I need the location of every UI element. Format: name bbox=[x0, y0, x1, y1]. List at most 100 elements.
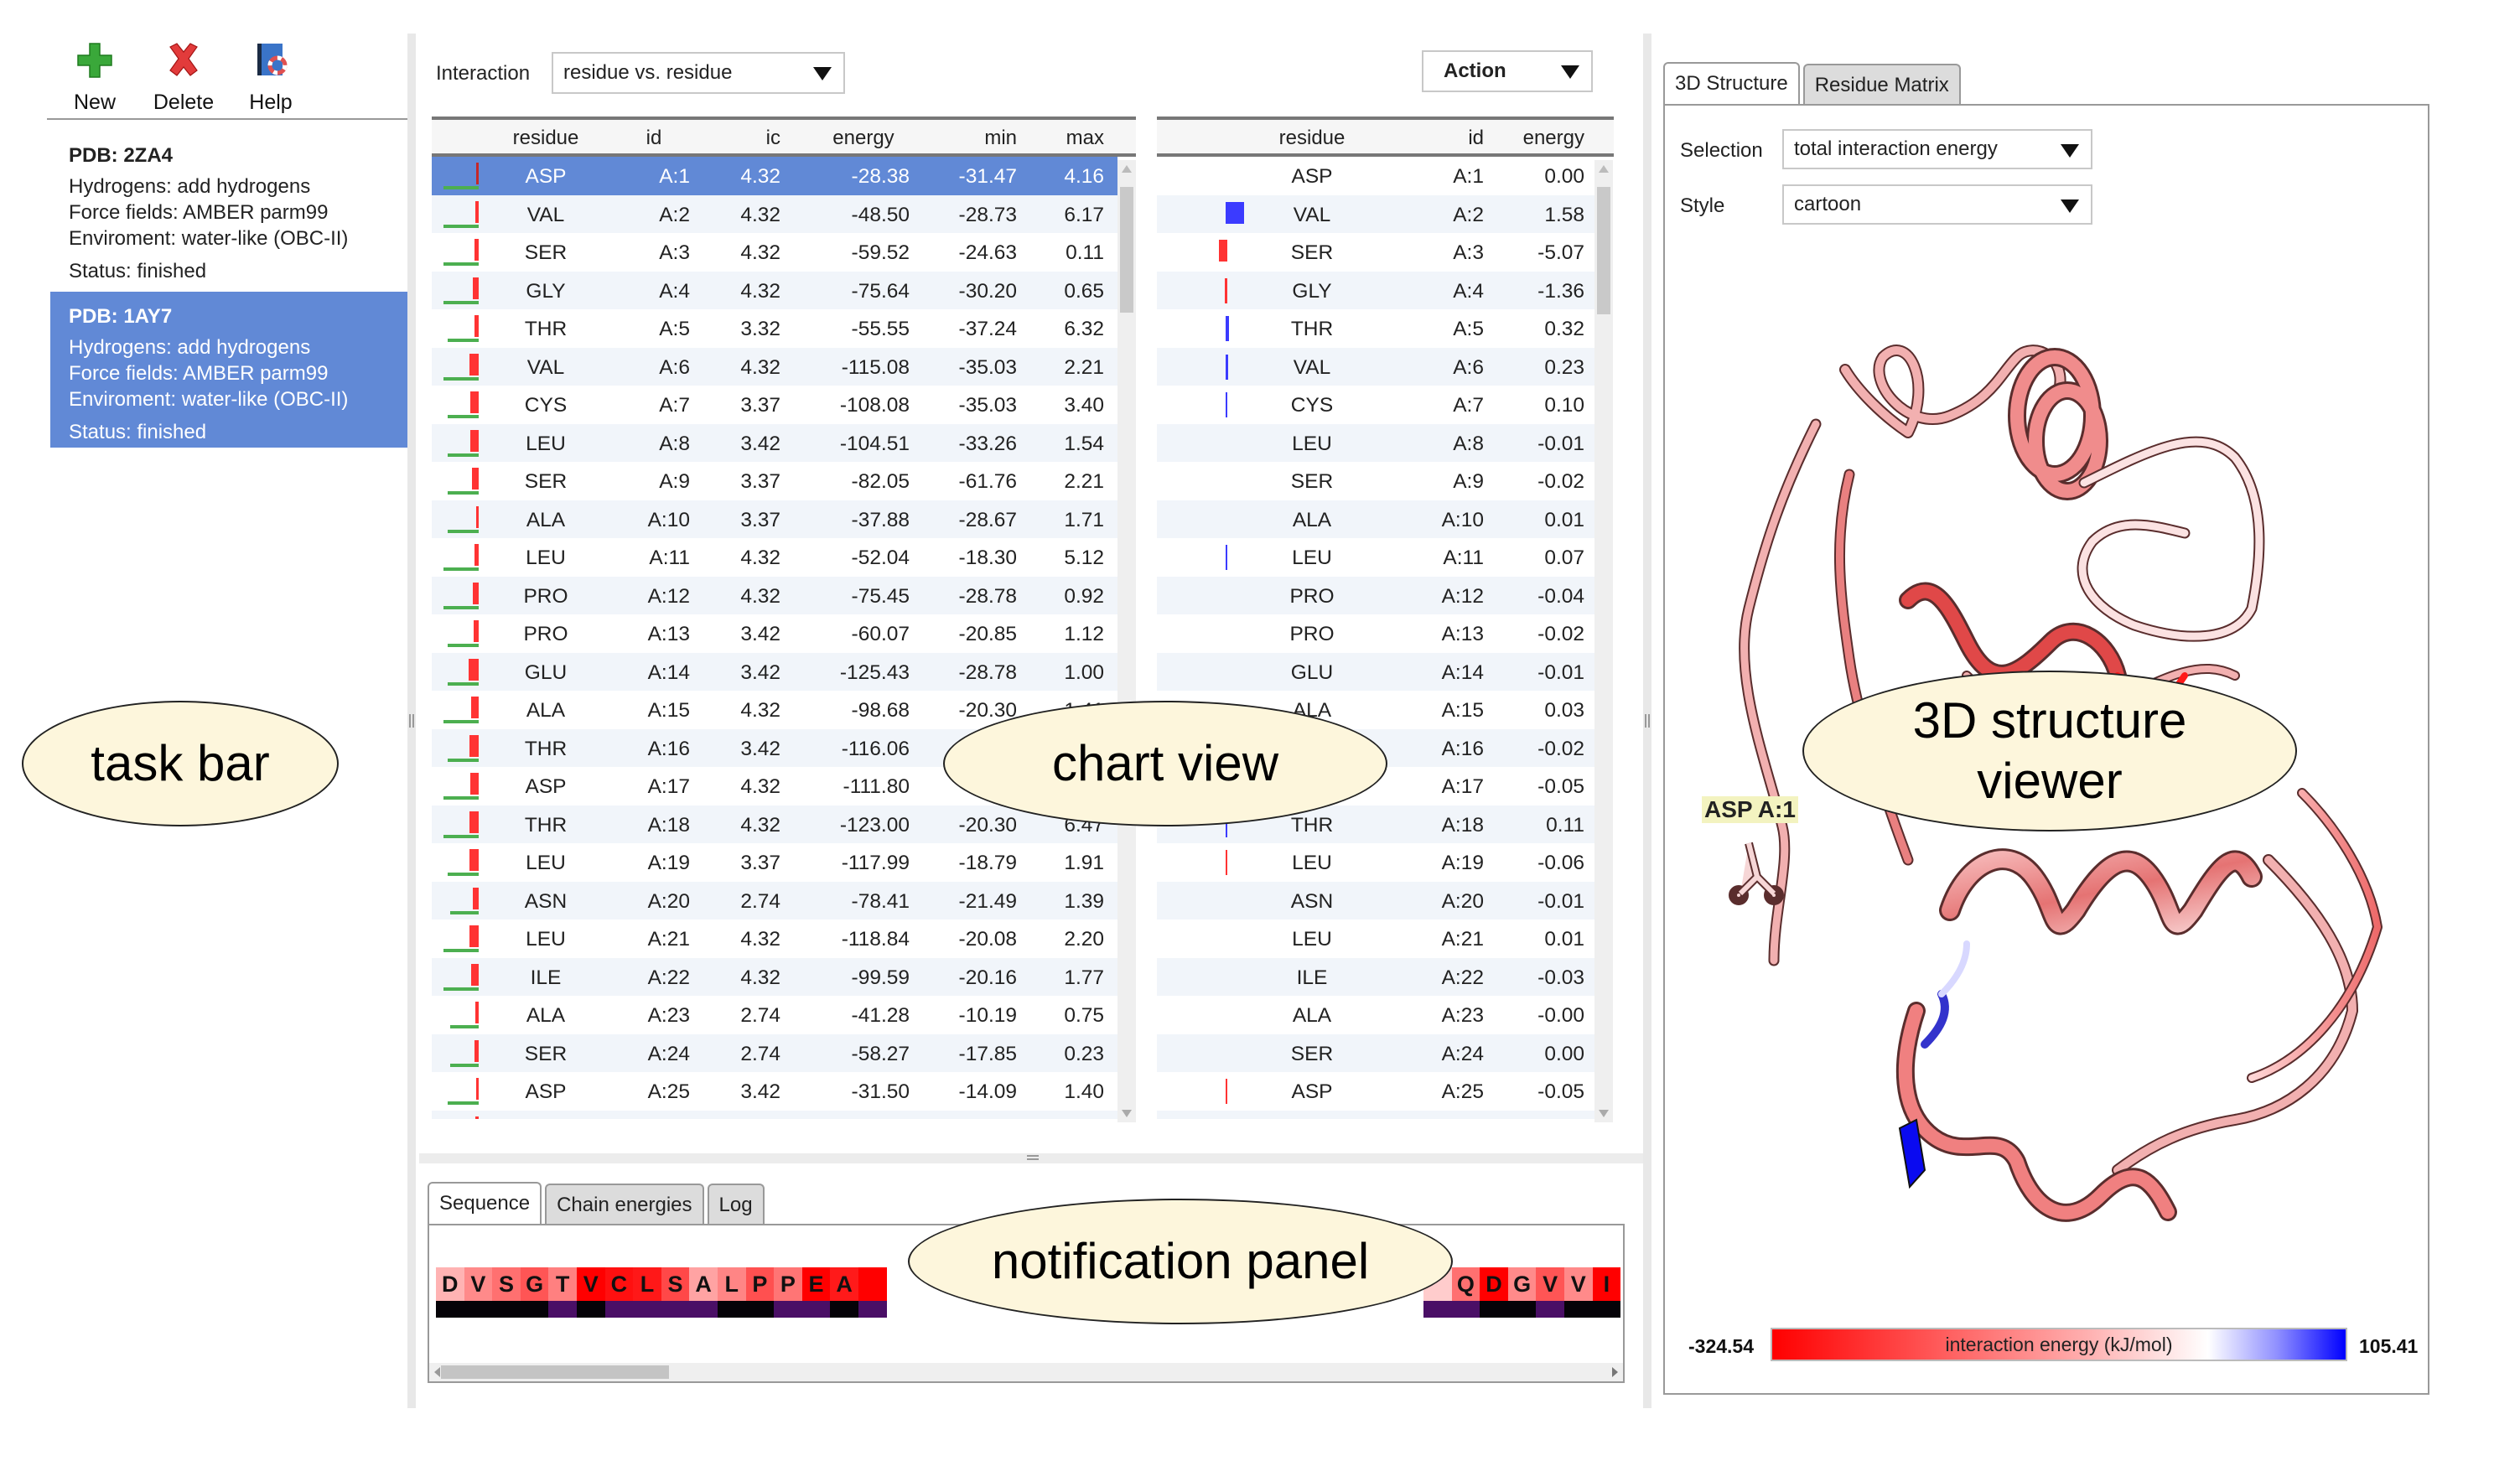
sequence-residue[interactable]: S bbox=[661, 1267, 690, 1301]
sequence-residue[interactable]: V bbox=[1536, 1267, 1564, 1301]
column-header-energy[interactable]: energy bbox=[817, 127, 910, 150]
table-row[interactable]: VAL A:6 4.32 -115.08 -35.03 2.21 bbox=[432, 347, 1117, 386]
table-row[interactable]: VAL A:2 1.58 bbox=[1157, 194, 1594, 233]
center-splitter[interactable] bbox=[419, 1153, 1643, 1163]
scroll-down-arrow[interactable] bbox=[1122, 1110, 1132, 1117]
table-row[interactable]: LEU A:11 0.07 bbox=[1157, 538, 1594, 577]
table-row[interactable]: GLY A:26 0.00 bbox=[1157, 1110, 1594, 1119]
table-row[interactable]: THR A:5 3.32 -55.55 -37.24 6.32 bbox=[432, 309, 1117, 348]
table-row[interactable]: ILE A:22 -0.03 bbox=[1157, 957, 1594, 996]
table-row[interactable]: ASP A:25 -0.05 bbox=[1157, 1072, 1594, 1111]
table-row[interactable]: THR A:18 4.32 -123.00 -20.30 6.47 bbox=[432, 805, 1117, 843]
action-menu-button[interactable]: Action bbox=[1422, 50, 1593, 92]
style-select[interactable]: cartoon bbox=[1782, 184, 2092, 225]
table-row[interactable]: SER A:9 3.37 -82.05 -61.76 2.21 bbox=[432, 462, 1117, 500]
left-splitter[interactable] bbox=[407, 34, 416, 1408]
job-item-2za4[interactable]: PDB: 2ZA4 Hydrogens: add hydrogens Force… bbox=[50, 131, 407, 296]
table-row[interactable]: LEU A:21 4.32 -118.84 -20.08 2.20 bbox=[432, 919, 1117, 958]
scroll-thumb[interactable] bbox=[1120, 187, 1133, 313]
table-row[interactable]: ALA A:10 3.37 -37.88 -28.67 1.71 bbox=[432, 500, 1117, 538]
table-row[interactable]: ASN A:20 2.74 -78.41 -21.49 1.39 bbox=[432, 881, 1117, 919]
table-row[interactable]: SER A:9 -0.02 bbox=[1157, 462, 1594, 500]
table-row[interactable]: ILE A:22 4.32 -99.59 -20.16 1.77 bbox=[432, 957, 1117, 996]
scroll-up-arrow[interactable] bbox=[1122, 165, 1132, 173]
sequence-residue[interactable]: V bbox=[1563, 1267, 1593, 1301]
sequence-residue[interactable] bbox=[858, 1267, 887, 1301]
table-row[interactable]: SER A:3 -5.07 bbox=[1157, 233, 1594, 272]
sequence-residue[interactable]: P bbox=[745, 1267, 775, 1301]
left-table-scrollbar[interactable] bbox=[1117, 160, 1136, 1122]
table-row[interactable]: SER A:24 0.00 bbox=[1157, 1033, 1594, 1072]
tab-log[interactable]: Log bbox=[707, 1184, 765, 1225]
table-row[interactable]: ASP A:25 3.42 -31.50 -14.09 1.40 bbox=[432, 1072, 1117, 1111]
sequence-residue[interactable]: V bbox=[464, 1267, 493, 1301]
tab-chain-energies[interactable]: Chain energies bbox=[545, 1184, 704, 1225]
scroll-thumb[interactable] bbox=[1597, 187, 1610, 314]
table-row[interactable]: GLY A:4 -1.36 bbox=[1157, 271, 1594, 309]
column-header-ic[interactable]: ic bbox=[734, 127, 780, 150]
column-header-id[interactable]: id bbox=[625, 127, 683, 150]
new-button[interactable]: New bbox=[57, 39, 132, 114]
table-row[interactable]: ALA A:23 2.74 -41.28 -10.19 0.75 bbox=[432, 996, 1117, 1034]
table-row[interactable]: CYS A:7 0.10 bbox=[1157, 386, 1594, 424]
table-row[interactable]: LEU A:8 -0.01 bbox=[1157, 423, 1594, 462]
tab-3d-structure[interactable]: 3D Structure bbox=[1663, 62, 1800, 107]
table-row[interactable]: ALA A:10 0.01 bbox=[1157, 500, 1594, 538]
sequence-residue[interactable]: A bbox=[830, 1267, 858, 1301]
table-row[interactable]: LEU A:19 -0.06 bbox=[1157, 843, 1594, 882]
right-table-scrollbar[interactable] bbox=[1594, 160, 1613, 1122]
sequence-residue[interactable]: G bbox=[520, 1267, 549, 1301]
sequence-residue[interactable]: D bbox=[1480, 1267, 1508, 1301]
table-row[interactable]: VAL A:6 0.23 bbox=[1157, 347, 1594, 386]
scroll-right-arrow[interactable] bbox=[1612, 1367, 1618, 1377]
sequence-scrollbar[interactable] bbox=[429, 1363, 1623, 1381]
help-button[interactable]: Help bbox=[233, 39, 309, 114]
table-row[interactable]: CYS A:7 3.37 -108.08 -35.03 3.40 bbox=[432, 386, 1117, 424]
table-row[interactable]: PRO A:12 4.32 -75.45 -28.78 0.92 bbox=[432, 576, 1117, 614]
sequence-residue[interactable]: E bbox=[801, 1267, 831, 1301]
table-row[interactable]: GLU A:14 3.42 -125.43 -28.78 1.00 bbox=[432, 652, 1117, 691]
table-row[interactable]: LEU A:11 4.32 -52.04 -18.30 5.12 bbox=[432, 538, 1117, 577]
table-row[interactable]: ASP A:1 4.32 -28.38 -31.47 4.16 bbox=[432, 157, 1117, 195]
sequence-residue[interactable]: Q bbox=[1451, 1267, 1480, 1301]
sequence-residue[interactable]: T bbox=[548, 1267, 577, 1301]
sequence-residue[interactable]: P bbox=[774, 1267, 802, 1301]
tab-sequence[interactable]: Sequence bbox=[428, 1182, 542, 1227]
table-row[interactable]: SER A:3 4.32 -59.52 -24.63 0.11 bbox=[432, 233, 1117, 272]
scroll-thumb[interactable] bbox=[441, 1365, 669, 1379]
column-header-min[interactable]: min bbox=[918, 127, 1017, 150]
table-row[interactable]: ALA A:23 -0.00 bbox=[1157, 996, 1594, 1034]
sequence-residue[interactable]: V bbox=[576, 1267, 605, 1301]
scroll-down-arrow[interactable] bbox=[1599, 1110, 1609, 1117]
table-row[interactable]: PRO A:12 -0.04 bbox=[1157, 576, 1594, 614]
column-header-id[interactable]: id bbox=[1434, 127, 1484, 150]
table-row[interactable]: LEU A:19 3.37 -117.99 -18.79 1.91 bbox=[432, 843, 1117, 882]
sequence-residue[interactable]: L bbox=[717, 1267, 746, 1301]
delete-button[interactable]: Delete bbox=[146, 39, 221, 114]
table-row[interactable]: THR A:5 0.32 bbox=[1157, 309, 1594, 348]
column-header-residue[interactable]: residue bbox=[1249, 127, 1375, 150]
table-row[interactable]: ASN A:20 -0.01 bbox=[1157, 881, 1594, 919]
column-header-residue[interactable]: residue bbox=[504, 127, 588, 150]
table-row[interactable]: GLY A:4 4.32 -75.64 -30.20 0.65 bbox=[432, 271, 1117, 309]
table-row[interactable]: SER A:24 2.74 -58.27 -17.85 0.23 bbox=[432, 1033, 1117, 1072]
interaction-select[interactable]: residue vs. residue bbox=[552, 52, 845, 94]
table-row[interactable]: VAL A:2 4.32 -48.50 -28.73 6.17 bbox=[432, 194, 1117, 233]
column-header-max[interactable]: max bbox=[1044, 127, 1104, 150]
selection-select[interactable]: total interaction energy bbox=[1782, 129, 2092, 169]
table-row[interactable]: ASP A:1 0.00 bbox=[1157, 157, 1594, 195]
tab-residue-matrix[interactable]: Residue Matrix bbox=[1802, 64, 1961, 106]
table-row[interactable]: PRO A:13 3.42 -60.07 -20.85 1.12 bbox=[432, 614, 1117, 653]
sequence-residue[interactable]: G bbox=[1507, 1267, 1537, 1301]
right-splitter[interactable] bbox=[1643, 34, 1651, 1408]
sequence-residue[interactable]: I bbox=[1592, 1267, 1621, 1301]
column-header-energy[interactable]: energy bbox=[1492, 127, 1584, 150]
scroll-up-arrow[interactable] bbox=[1599, 165, 1609, 173]
sequence-residue[interactable]: A bbox=[689, 1267, 718, 1301]
table-row[interactable]: GLU A:14 -0.01 bbox=[1157, 652, 1594, 691]
table-row[interactable]: LEU A:8 3.42 -104.51 -33.26 1.54 bbox=[432, 423, 1117, 462]
sequence-residue[interactable]: S bbox=[492, 1267, 521, 1301]
scroll-left-arrow[interactable] bbox=[434, 1367, 440, 1377]
table-row[interactable]: GLY A:26 4.32 -48.37 -17.81 0.54 bbox=[432, 1110, 1117, 1119]
table-row[interactable]: PRO A:13 -0.02 bbox=[1157, 614, 1594, 653]
